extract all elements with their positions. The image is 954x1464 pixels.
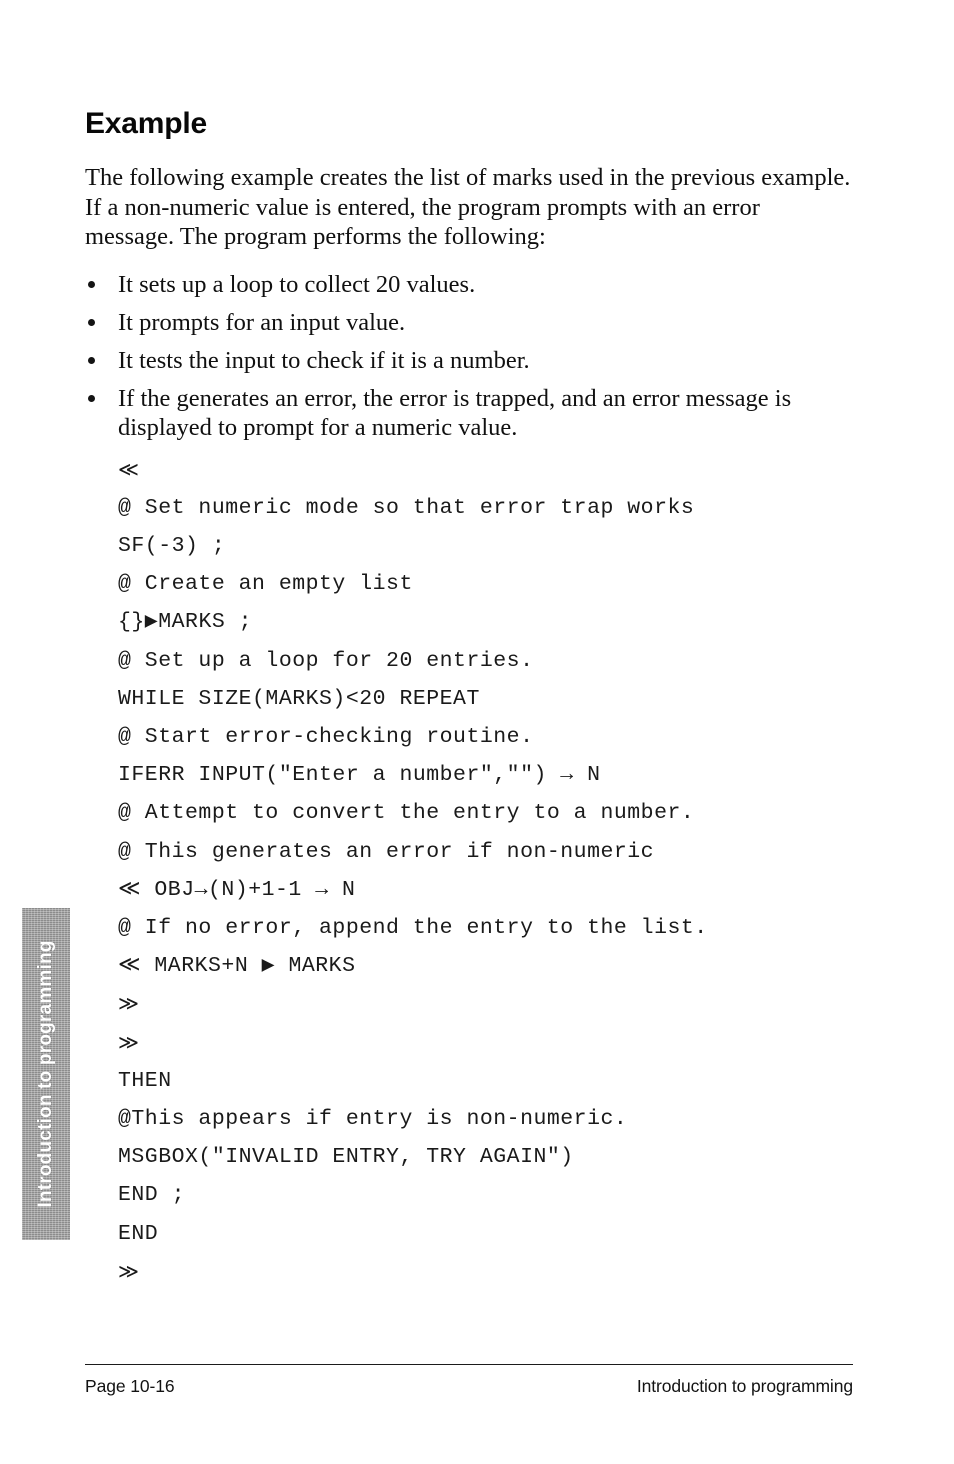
list-item: If the generates an error, the error is … bbox=[85, 384, 853, 442]
document-page: Introduction to programming Example The … bbox=[0, 0, 954, 1464]
bullet-dot-icon bbox=[88, 356, 95, 364]
code-line: @ Attempt to convert the entry to a numb… bbox=[118, 801, 695, 826]
footer-divider bbox=[85, 1364, 853, 1365]
section-thumb-tab-label: Introduction to programming bbox=[35, 940, 56, 1208]
code-line: THEN bbox=[118, 1068, 172, 1093]
list-item: It prompts for an input value. bbox=[85, 308, 853, 337]
code-line: ≪ OBJ→(N)+1-1 → N bbox=[118, 877, 356, 902]
code-line: @ Set numeric mode so that error trap wo… bbox=[118, 495, 695, 520]
code-line: ≫ bbox=[118, 1260, 139, 1283]
footer-page-number: Page 10-16 bbox=[85, 1376, 175, 1396]
code-line: WHILE SIZE(MARKS)<20 REPEAT bbox=[118, 686, 480, 711]
list-item-text: It prompts for an input value. bbox=[118, 308, 406, 336]
code-line: END ; bbox=[118, 1183, 186, 1208]
footer-row: Page 10-16 Introduction to programming bbox=[85, 1376, 853, 1397]
code-line: ≪ MARKS+N ▶ MARKS bbox=[118, 954, 356, 979]
section-thumb-tab: Introduction to programming bbox=[22, 908, 70, 1240]
list-item-text: It sets up a loop to collect 20 values. bbox=[118, 270, 476, 298]
code-line: @ Set up a loop for 20 entries. bbox=[118, 648, 534, 673]
code-line: ≫ bbox=[118, 1031, 139, 1054]
bullet-dot-icon bbox=[88, 318, 95, 326]
page-content: Example The following example creates th… bbox=[85, 0, 853, 1291]
list-item-text: It tests the input to check if it is a n… bbox=[118, 346, 530, 374]
list-item-text: If the generates an error, the error is … bbox=[118, 384, 792, 441]
code-line: @ This generates an error if non-numeric bbox=[118, 839, 655, 864]
page-footer: Page 10-16 Introduction to programming bbox=[85, 1364, 853, 1397]
feature-bullet-list: It sets up a loop to collect 20 values. … bbox=[85, 270, 853, 442]
page-title: Example bbox=[85, 107, 207, 140]
code-line: SF(-3) ; bbox=[118, 533, 226, 558]
code-line: ≫ bbox=[118, 993, 139, 1016]
code-line: MSGBOX("INVALID ENTRY, TRY AGAIN") bbox=[118, 1145, 574, 1170]
code-line: {}▶MARKS ; bbox=[118, 610, 253, 635]
code-line: @ Create an empty list bbox=[118, 572, 413, 597]
code-line: @ If no error, append the entry to the l… bbox=[118, 915, 708, 940]
code-line: ≪ bbox=[118, 458, 139, 481]
list-item: It sets up a loop to collect 20 values. bbox=[85, 270, 853, 299]
list-item: It tests the input to check if it is a n… bbox=[85, 346, 853, 375]
code-line: @This appears if entry is non-numeric. bbox=[118, 1106, 628, 1131]
code-line: IFERR INPUT("Enter a number","") → N bbox=[118, 763, 601, 788]
code-line: @ Start error-checking routine. bbox=[118, 724, 534, 749]
bullet-dot-icon bbox=[88, 394, 95, 402]
intro-paragraph: The following example creates the list o… bbox=[85, 164, 851, 250]
code-line: END bbox=[118, 1221, 159, 1246]
footer-section-title: Introduction to programming bbox=[636, 1376, 853, 1396]
code-listing: ≪ @ Set numeric mode so that error trap … bbox=[85, 451, 853, 1291]
bullet-dot-icon bbox=[88, 280, 95, 288]
